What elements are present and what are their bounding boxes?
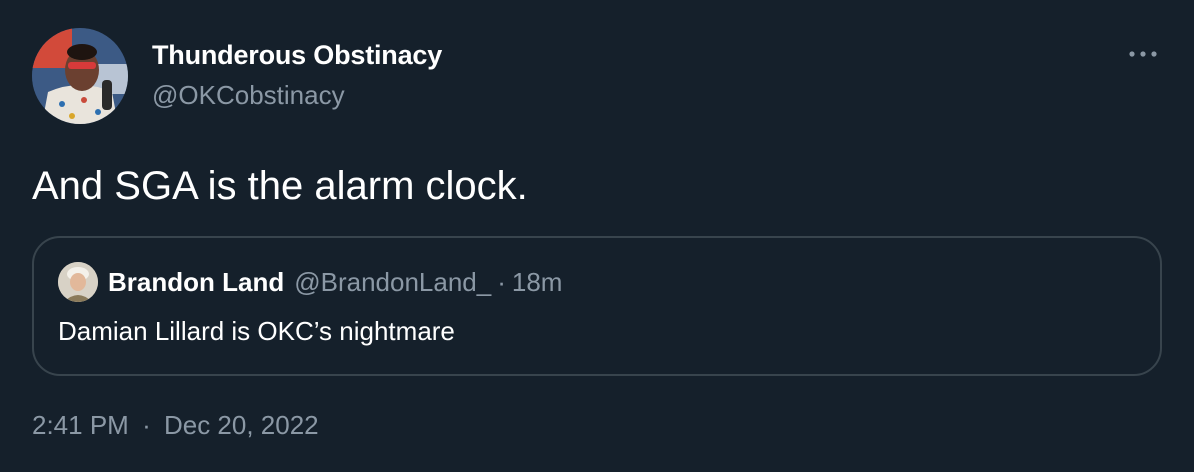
quoted-author-avatar[interactable] (58, 262, 98, 302)
author-avatar[interactable] (32, 28, 128, 124)
author-display-name[interactable]: Thunderous Obstinacy (152, 38, 442, 72)
author-info: Thunderous Obstinacy @OKCobstinacy (152, 38, 442, 112)
tweet-timestamp: 2:41 PM · Dec 20, 2022 (32, 410, 319, 441)
quoted-avatar-photo-icon (58, 262, 98, 302)
author-handle[interactable]: @OKCobstinacy (152, 78, 442, 112)
quoted-tweet[interactable]: Brandon Land @BrandonLand_ · 18m Damian … (32, 236, 1162, 376)
avatar-photo-icon (32, 28, 128, 124)
tweet-time[interactable]: 2:41 PM (32, 410, 129, 440)
tweet-card: Thunderous Obstinacy @OKCobstinacy And S… (0, 0, 1194, 472)
tweet-text: And SGA is the alarm clock. (32, 164, 528, 208)
quoted-separator: · (497, 266, 506, 297)
tweet-date[interactable]: Dec 20, 2022 (164, 410, 319, 440)
quoted-author-display-name: Brandon Land (108, 266, 285, 297)
quoted-tweet-header: Brandon Land @BrandonLand_ · 18m (58, 262, 562, 302)
more-options-button[interactable] (1126, 40, 1160, 68)
quoted-timestamp[interactable]: 18m (512, 267, 563, 298)
quoted-author-handle: @BrandonLand_ (294, 266, 492, 297)
meta-separator: · (142, 410, 151, 440)
more-horizontal-icon (1129, 51, 1157, 57)
quoted-tweet-text: Damian Lillard is OKC’s nightmare (58, 316, 455, 346)
